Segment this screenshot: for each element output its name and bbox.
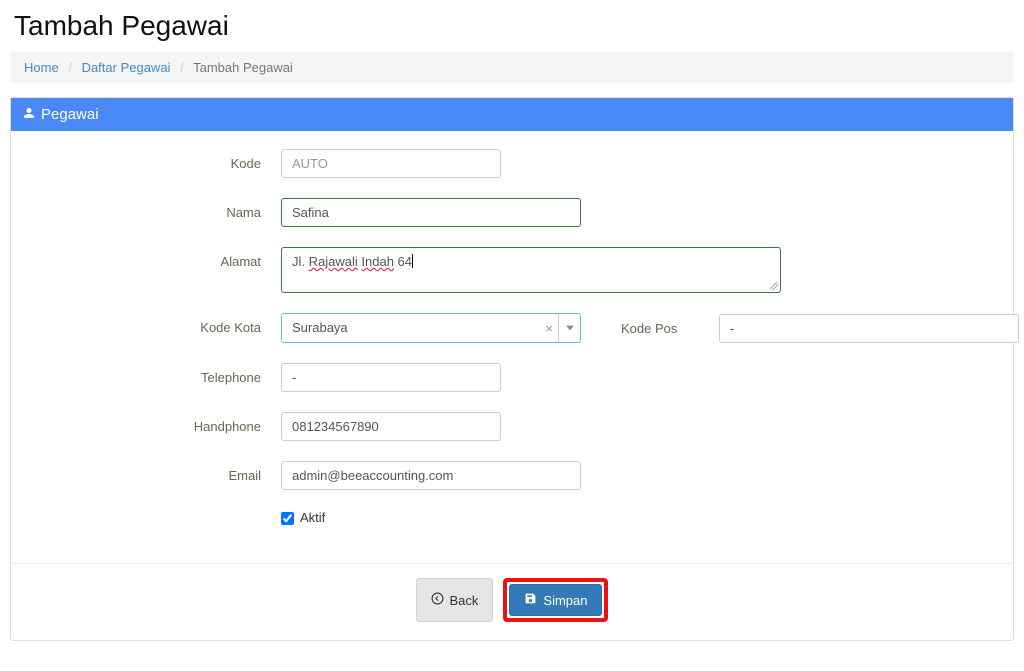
label-alamat: Alamat xyxy=(31,247,261,269)
back-arrow-icon xyxy=(431,592,444,608)
form-body: Kode Nama Alamat Jl. Rajawali Indah 64 xyxy=(11,131,1013,563)
breadcrumb-home[interactable]: Home xyxy=(24,60,59,75)
simpan-highlight: Simpan xyxy=(503,578,608,622)
resize-handle-icon[interactable] xyxy=(769,281,779,291)
panel-pegawai: Pegawai Kode Nama Alamat Jl. Rajawali xyxy=(10,97,1014,641)
aktif-checkbox-wrap[interactable]: Aktif xyxy=(281,510,325,525)
save-icon xyxy=(524,592,537,608)
select-clear-icon[interactable]: × xyxy=(540,314,558,342)
simpan-button[interactable]: Simpan xyxy=(509,584,602,616)
label-telephone: Telephone xyxy=(31,363,261,385)
kode-input xyxy=(281,149,501,178)
back-button-label: Back xyxy=(450,593,479,608)
nama-input[interactable] xyxy=(281,198,581,227)
alamat-text-part: Jl. xyxy=(292,254,309,269)
kode-kota-selected: Surabaya xyxy=(282,314,540,342)
panel-header: Pegawai xyxy=(11,98,1013,131)
kode-kota-select[interactable]: Surabaya × xyxy=(281,313,581,343)
breadcrumb: Home / Daftar Pegawai / Tambah Pegawai xyxy=(10,52,1014,83)
back-button[interactable]: Back xyxy=(416,578,494,622)
email-input[interactable] xyxy=(281,461,581,490)
aktif-checkbox[interactable] xyxy=(281,512,294,525)
spacer xyxy=(31,510,261,517)
breadcrumb-current: Tambah Pegawai xyxy=(193,60,293,75)
user-icon xyxy=(23,106,35,123)
label-email: Email xyxy=(31,461,261,483)
panel-actions: Back Simpan xyxy=(11,563,1013,640)
label-kode-pos: Kode Pos xyxy=(621,321,701,336)
breadcrumb-sep: / xyxy=(180,60,184,75)
alamat-spellerr-2: Indah xyxy=(361,254,394,269)
label-nama: Nama xyxy=(31,198,261,220)
panel-title: Pegawai xyxy=(41,106,99,123)
alamat-spellerr-1: Rajawali xyxy=(309,254,358,269)
breadcrumb-daftar-pegawai[interactable]: Daftar Pegawai xyxy=(82,60,171,75)
alamat-textarea[interactable]: Jl. Rajawali Indah 64 xyxy=(281,247,781,293)
text-caret xyxy=(412,254,413,268)
label-aktif: Aktif xyxy=(300,510,325,525)
alamat-text-part: 64 xyxy=(394,254,412,269)
chevron-down-icon[interactable] xyxy=(558,314,580,342)
telephone-input[interactable] xyxy=(281,363,501,392)
label-kode-kota: Kode Kota xyxy=(31,313,261,335)
simpan-button-label: Simpan xyxy=(543,593,587,608)
handphone-input[interactable] xyxy=(281,412,501,441)
page-title: Tambah Pegawai xyxy=(14,10,1014,42)
label-kode: Kode xyxy=(31,149,261,171)
kode-pos-input[interactable] xyxy=(719,314,1019,343)
breadcrumb-sep: / xyxy=(68,60,72,75)
label-handphone: Handphone xyxy=(31,412,261,434)
